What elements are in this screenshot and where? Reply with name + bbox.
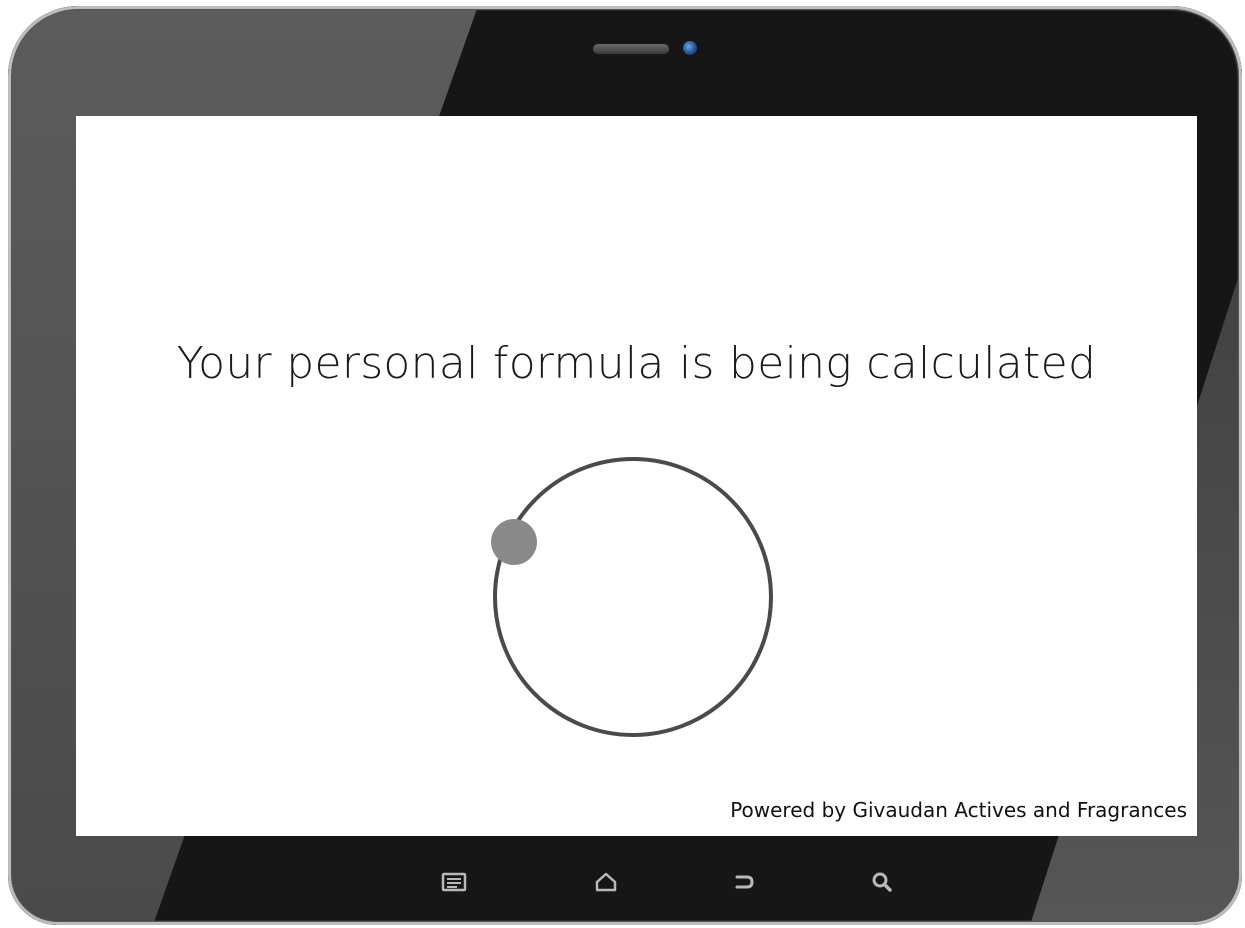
home-icon: [595, 872, 617, 892]
menu-button[interactable]: [434, 864, 474, 900]
tablet-screen: Your personal formula is being calculate…: [76, 116, 1197, 836]
system-nav-bar: [8, 846, 1242, 916]
powered-by-credit: Powered by Givaudan Actives and Fragranc…: [730, 798, 1187, 822]
spinner-ring: [493, 457, 773, 737]
home-button[interactable]: [586, 864, 626, 900]
search-button[interactable]: [862, 864, 902, 900]
spinner-dot: [491, 519, 537, 565]
loading-spinner: [491, 457, 773, 737]
loading-headline: Your personal formula is being calculate…: [176, 338, 1097, 389]
page: Your personal formula is being calculate…: [0, 0, 1245, 928]
search-icon: [872, 872, 892, 892]
tablet-frame: Your personal formula is being calculate…: [8, 6, 1242, 925]
back-icon: [735, 875, 754, 889]
speaker-grille: [593, 44, 669, 54]
front-camera: [683, 41, 697, 55]
back-button[interactable]: [724, 864, 764, 900]
menu-icon: [441, 872, 467, 892]
